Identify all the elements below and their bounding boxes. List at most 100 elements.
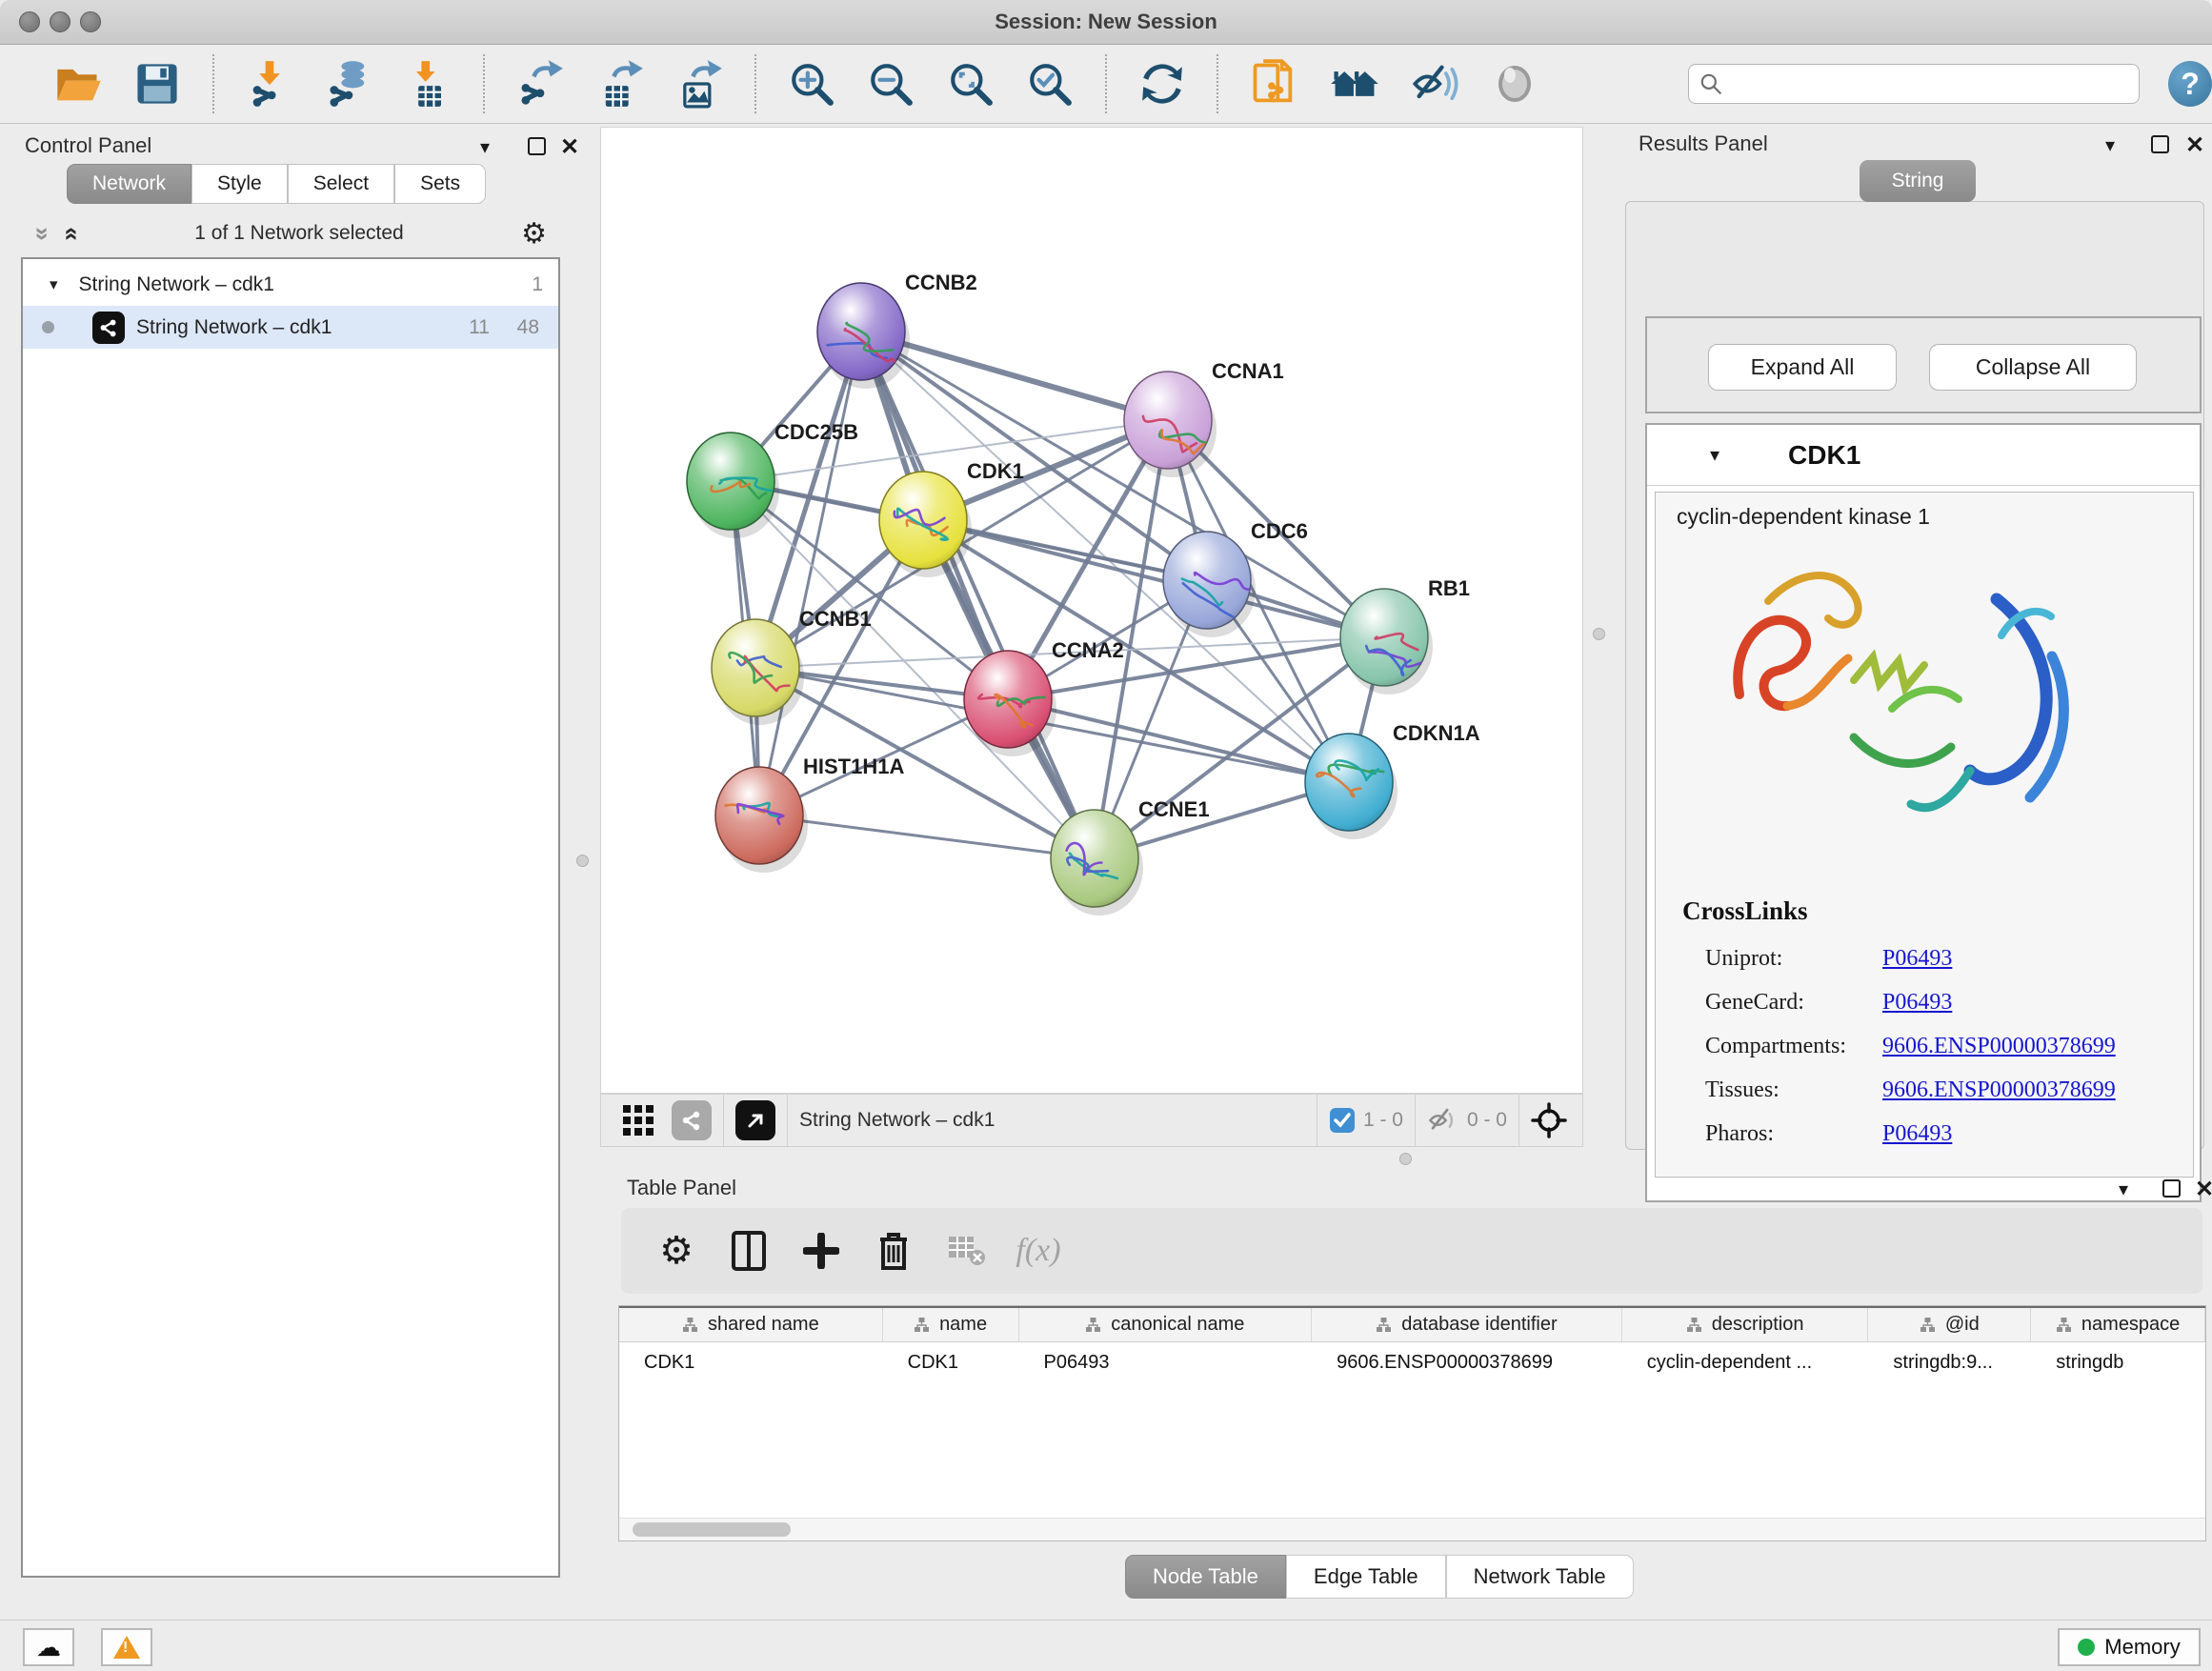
table-options-gear-icon[interactable]: ⚙ — [650, 1224, 703, 1278]
delete-table-icon[interactable] — [939, 1224, 993, 1278]
tab-edge-table[interactable]: Edge Table — [1286, 1555, 1446, 1599]
memory-button[interactable]: Memory — [2058, 1628, 2201, 1666]
network-options-gear-icon[interactable]: ⚙ — [521, 217, 547, 251]
table-horizontal-scrollbar[interactable] — [619, 1518, 2205, 1540]
edge-CCNB2-CCNE1[interactable] — [861, 332, 1095, 858]
crosslink-label: Compartments: — [1705, 1034, 1882, 1059]
tab-string[interactable]: String — [1860, 160, 1976, 202]
delete-column-icon[interactable] — [867, 1224, 920, 1278]
search-field[interactable] — [1688, 64, 2140, 104]
warnings-button[interactable] — [101, 1628, 152, 1666]
open-session-icon[interactable] — [52, 57, 103, 111]
node-label-CDK1: CDK1 — [967, 459, 1024, 483]
table-row[interactable]: CDK1CDK1P064939606.ENSP00000378699cyclin… — [619, 1343, 2205, 1381]
network-row[interactable]: String Network – cdk1 11 48 — [23, 306, 558, 349]
column-header-name[interactable]: name — [883, 1308, 1019, 1341]
zoom-out-icon[interactable] — [865, 57, 915, 111]
edge-HIST1H1A-CCNE1[interactable] — [759, 815, 1095, 858]
export-network-icon[interactable] — [514, 57, 565, 111]
network-share-view-icon[interactable] — [672, 1100, 712, 1140]
column-header-shared-name[interactable]: shared name — [619, 1308, 883, 1341]
network-view-toolbar: String Network – cdk1 1 - 0 0 - 0 — [600, 1094, 1583, 1147]
right-splitter-handle[interactable] — [1593, 628, 1605, 640]
grid-view-icon[interactable] — [622, 1104, 654, 1137]
zoom-in-icon[interactable] — [786, 57, 836, 111]
crosslink-link[interactable]: 9606.ENSP00000378699 — [1882, 1077, 2116, 1103]
save-session-icon[interactable] — [131, 57, 182, 111]
tab-sets[interactable]: Sets — [394, 164, 486, 204]
export-table-icon[interactable] — [594, 57, 645, 111]
expand-all-button[interactable]: Expand All — [1708, 344, 1897, 391]
left-splitter-handle[interactable] — [576, 855, 589, 867]
birds-eye-view-icon[interactable] — [1531, 1102, 1567, 1138]
export-image-icon[interactable] — [674, 57, 724, 111]
protein-name: CDK1 — [1788, 440, 1860, 471]
open-in-new-window-icon[interactable] — [735, 1100, 775, 1140]
eye-disabled-icon[interactable] — [1489, 57, 1539, 111]
cloud-status-button[interactable]: ☁ — [23, 1628, 74, 1666]
column-header--id[interactable]: @id — [1868, 1308, 2031, 1341]
collapse-all-button[interactable]: Collapse All — [1929, 344, 2137, 391]
scrollbar-thumb[interactable] — [633, 1522, 791, 1537]
close-panel-icon[interactable]: ✕ — [2185, 134, 2204, 157]
crosslink-link[interactable]: P06493 — [1882, 990, 1952, 1016]
tree-expander-icon[interactable]: ▾ — [50, 275, 58, 294]
column-attribute-icon — [1920, 1317, 1936, 1333]
node-CCNE1[interactable] — [1051, 810, 1138, 907]
search-input[interactable] — [1723, 73, 2123, 95]
crosslink-label: Pharos: — [1705, 1121, 1882, 1147]
separator — [1415, 1094, 1416, 1147]
zoom-fit-icon[interactable] — [945, 57, 995, 111]
horizontal-splitter-handle[interactable] — [1399, 1153, 1412, 1165]
collapse-protein-icon[interactable]: ▾ — [1710, 443, 1719, 467]
selected-checkbox-icon[interactable] — [1329, 1107, 1356, 1134]
protein-structure-image — [1701, 542, 2149, 885]
column-header-database-identifier[interactable]: database identifier — [1312, 1308, 1622, 1341]
column-header-description[interactable]: description — [1622, 1308, 1869, 1341]
import-network-icon[interactable] — [244, 57, 294, 111]
tab-network-table[interactable]: Network Table — [1446, 1555, 1634, 1599]
crosslink-link[interactable]: P06493 — [1882, 946, 1952, 972]
collapse-all-networks-icon[interactable]: » — [29, 227, 58, 240]
home-icon[interactable] — [1328, 57, 1381, 111]
close-panel-icon[interactable]: ✕ — [2195, 1178, 2212, 1201]
float-panel-icon[interactable] — [2162, 1179, 2181, 1198]
table-toolbar: ⚙ f(x) — [621, 1208, 2202, 1294]
import-network-from-database-icon[interactable] — [323, 57, 373, 111]
float-panel-icon[interactable] — [528, 137, 546, 155]
expand-all-networks-icon[interactable]: » — [55, 227, 85, 240]
collapse-panel-icon[interactable]: ▾ — [2105, 133, 2115, 157]
column-header-canonical-name[interactable]: canonical name — [1019, 1308, 1313, 1341]
tab-select[interactable]: Select — [288, 164, 394, 204]
create-column-icon[interactable] — [794, 1224, 848, 1278]
float-panel-icon[interactable] — [2151, 135, 2169, 153]
column-header-namespace[interactable]: namespace — [2031, 1308, 2205, 1341]
import-table-icon[interactable] — [403, 57, 453, 111]
apply-layout-icon[interactable] — [1136, 57, 1187, 111]
node-HIST1H1A[interactable] — [715, 767, 803, 864]
share-document-icon[interactable] — [1248, 57, 1298, 111]
column-label: description — [1712, 1314, 1804, 1336]
tab-style[interactable]: Style — [191, 164, 288, 204]
network-collection-row[interactable]: ▾ String Network – cdk1 1 — [23, 263, 558, 306]
edge-CDK1-RB1[interactable] — [923, 520, 1384, 637]
crosslink-link[interactable]: 9606.ENSP00000378699 — [1882, 1034, 2116, 1059]
help-icon[interactable]: ? — [2168, 61, 2212, 107]
network-canvas[interactable]: CCNB2CCNA1CDC25BCDK1CDC6RB1CCNB1CCNA2CDK… — [600, 127, 1583, 1094]
node-CDKN1A[interactable] — [1305, 734, 1393, 831]
zoom-selected-icon[interactable] — [1024, 57, 1075, 111]
control-panel-title: Control Panel — [25, 133, 151, 158]
protein-header-row[interactable]: ▾ CDK1 — [1647, 425, 2200, 486]
collapse-panel-icon[interactable]: ▾ — [480, 135, 490, 159]
table-panel-title: Table Panel — [627, 1176, 736, 1200]
crosslinks-heading: CrossLinks — [1682, 896, 1808, 926]
close-panel-icon[interactable]: ✕ — [560, 136, 579, 159]
tab-node-table[interactable]: Node Table — [1125, 1555, 1286, 1599]
tab-network[interactable]: Network — [67, 164, 191, 204]
collapse-panel-icon[interactable]: ▾ — [2119, 1178, 2128, 1201]
node-CDC25B[interactable] — [687, 433, 774, 530]
show-columns-icon[interactable] — [722, 1224, 775, 1278]
show-hide-glass-icon[interactable] — [1410, 57, 1460, 111]
crosslink-link[interactable]: P06493 — [1882, 1121, 1952, 1147]
function-builder-icon[interactable]: f(x) — [1012, 1224, 1065, 1278]
